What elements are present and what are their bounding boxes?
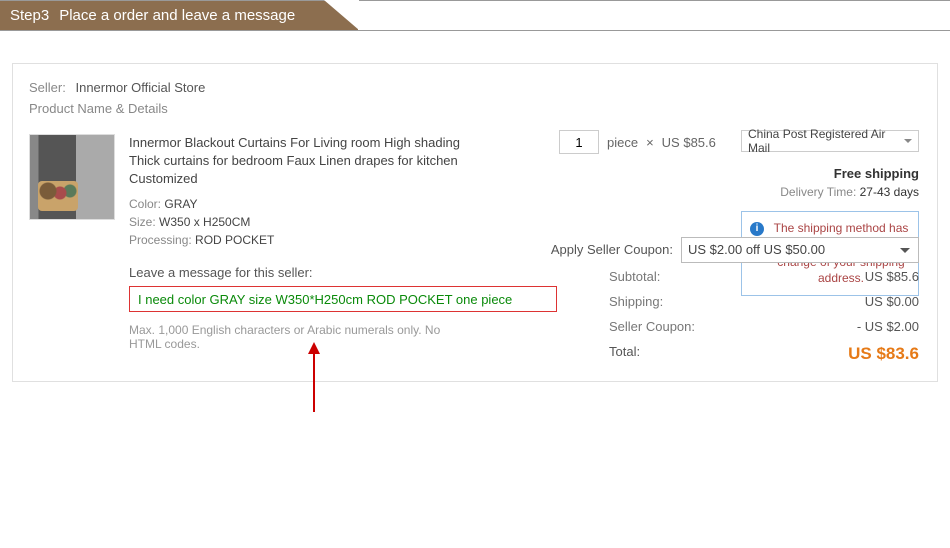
info-icon: i [750,222,764,236]
totals-block: Subtotal: US $85.6 Shipping: US $0.00 Sell… [609,264,919,369]
delivery-label: Delivery Time: [780,185,856,199]
subtotal-value: US $85.6 [865,269,919,284]
delivery-days: 27-43 days [860,185,919,199]
product-thumbnail [29,134,115,220]
message-input[interactable]: I need color GRAY size W350*H250cm ROD P… [129,286,557,312]
quantity-times: × [646,135,654,150]
size-value: W350 x H250CM [159,215,250,229]
coupon-label: Apply Seller Coupon: [551,242,673,257]
message-hint: Max. 1,000 English characters or Arabic … [129,323,469,351]
message-label: Leave a message for this seller: [129,265,469,280]
seller-name: Innermor Official Store [75,80,205,95]
product-name-label: Product Name & Details [29,101,921,116]
total-label: Total: [609,344,640,364]
free-shipping-label: Free shipping [559,166,919,181]
annotation-arrow-icon [306,342,322,412]
seller-label: Seller: [29,80,66,95]
unit-price: US $85.6 [662,135,716,150]
processing-label: Processing: [129,233,192,247]
shipping-method-value: China Post Registered Air Mail [748,127,896,155]
order-panel: Seller: Innermor Official Store Product … [12,63,938,382]
step-title: Place a order and leave a message [59,7,295,24]
product-title: Innermor Blackout Curtains For Living ro… [129,134,469,189]
size-label: Size: [129,215,156,229]
shipping-cost-value: US $0.00 [865,294,919,309]
subtotal-label: Subtotal: [609,269,660,284]
coupon-discount-label: Seller Coupon: [609,319,695,334]
shipping-method-select[interactable]: China Post Registered Air Mail [741,130,919,152]
coupon-discount-value: - US $2.00 [857,319,919,334]
shipping-cost-label: Shipping: [609,294,663,309]
coupon-value: US $2.00 off US $50.00 [688,242,825,257]
total-value: US $83.6 [848,344,919,364]
processing-value: ROD POCKET [195,233,274,247]
coupon-select[interactable]: US $2.00 off US $50.00 [681,237,919,263]
color-label: Color: [129,197,161,211]
color-value: GRAY [164,197,197,211]
quantity-unit: piece [607,135,638,150]
quantity-input[interactable] [559,130,599,154]
step-number: Step3 [10,7,49,24]
